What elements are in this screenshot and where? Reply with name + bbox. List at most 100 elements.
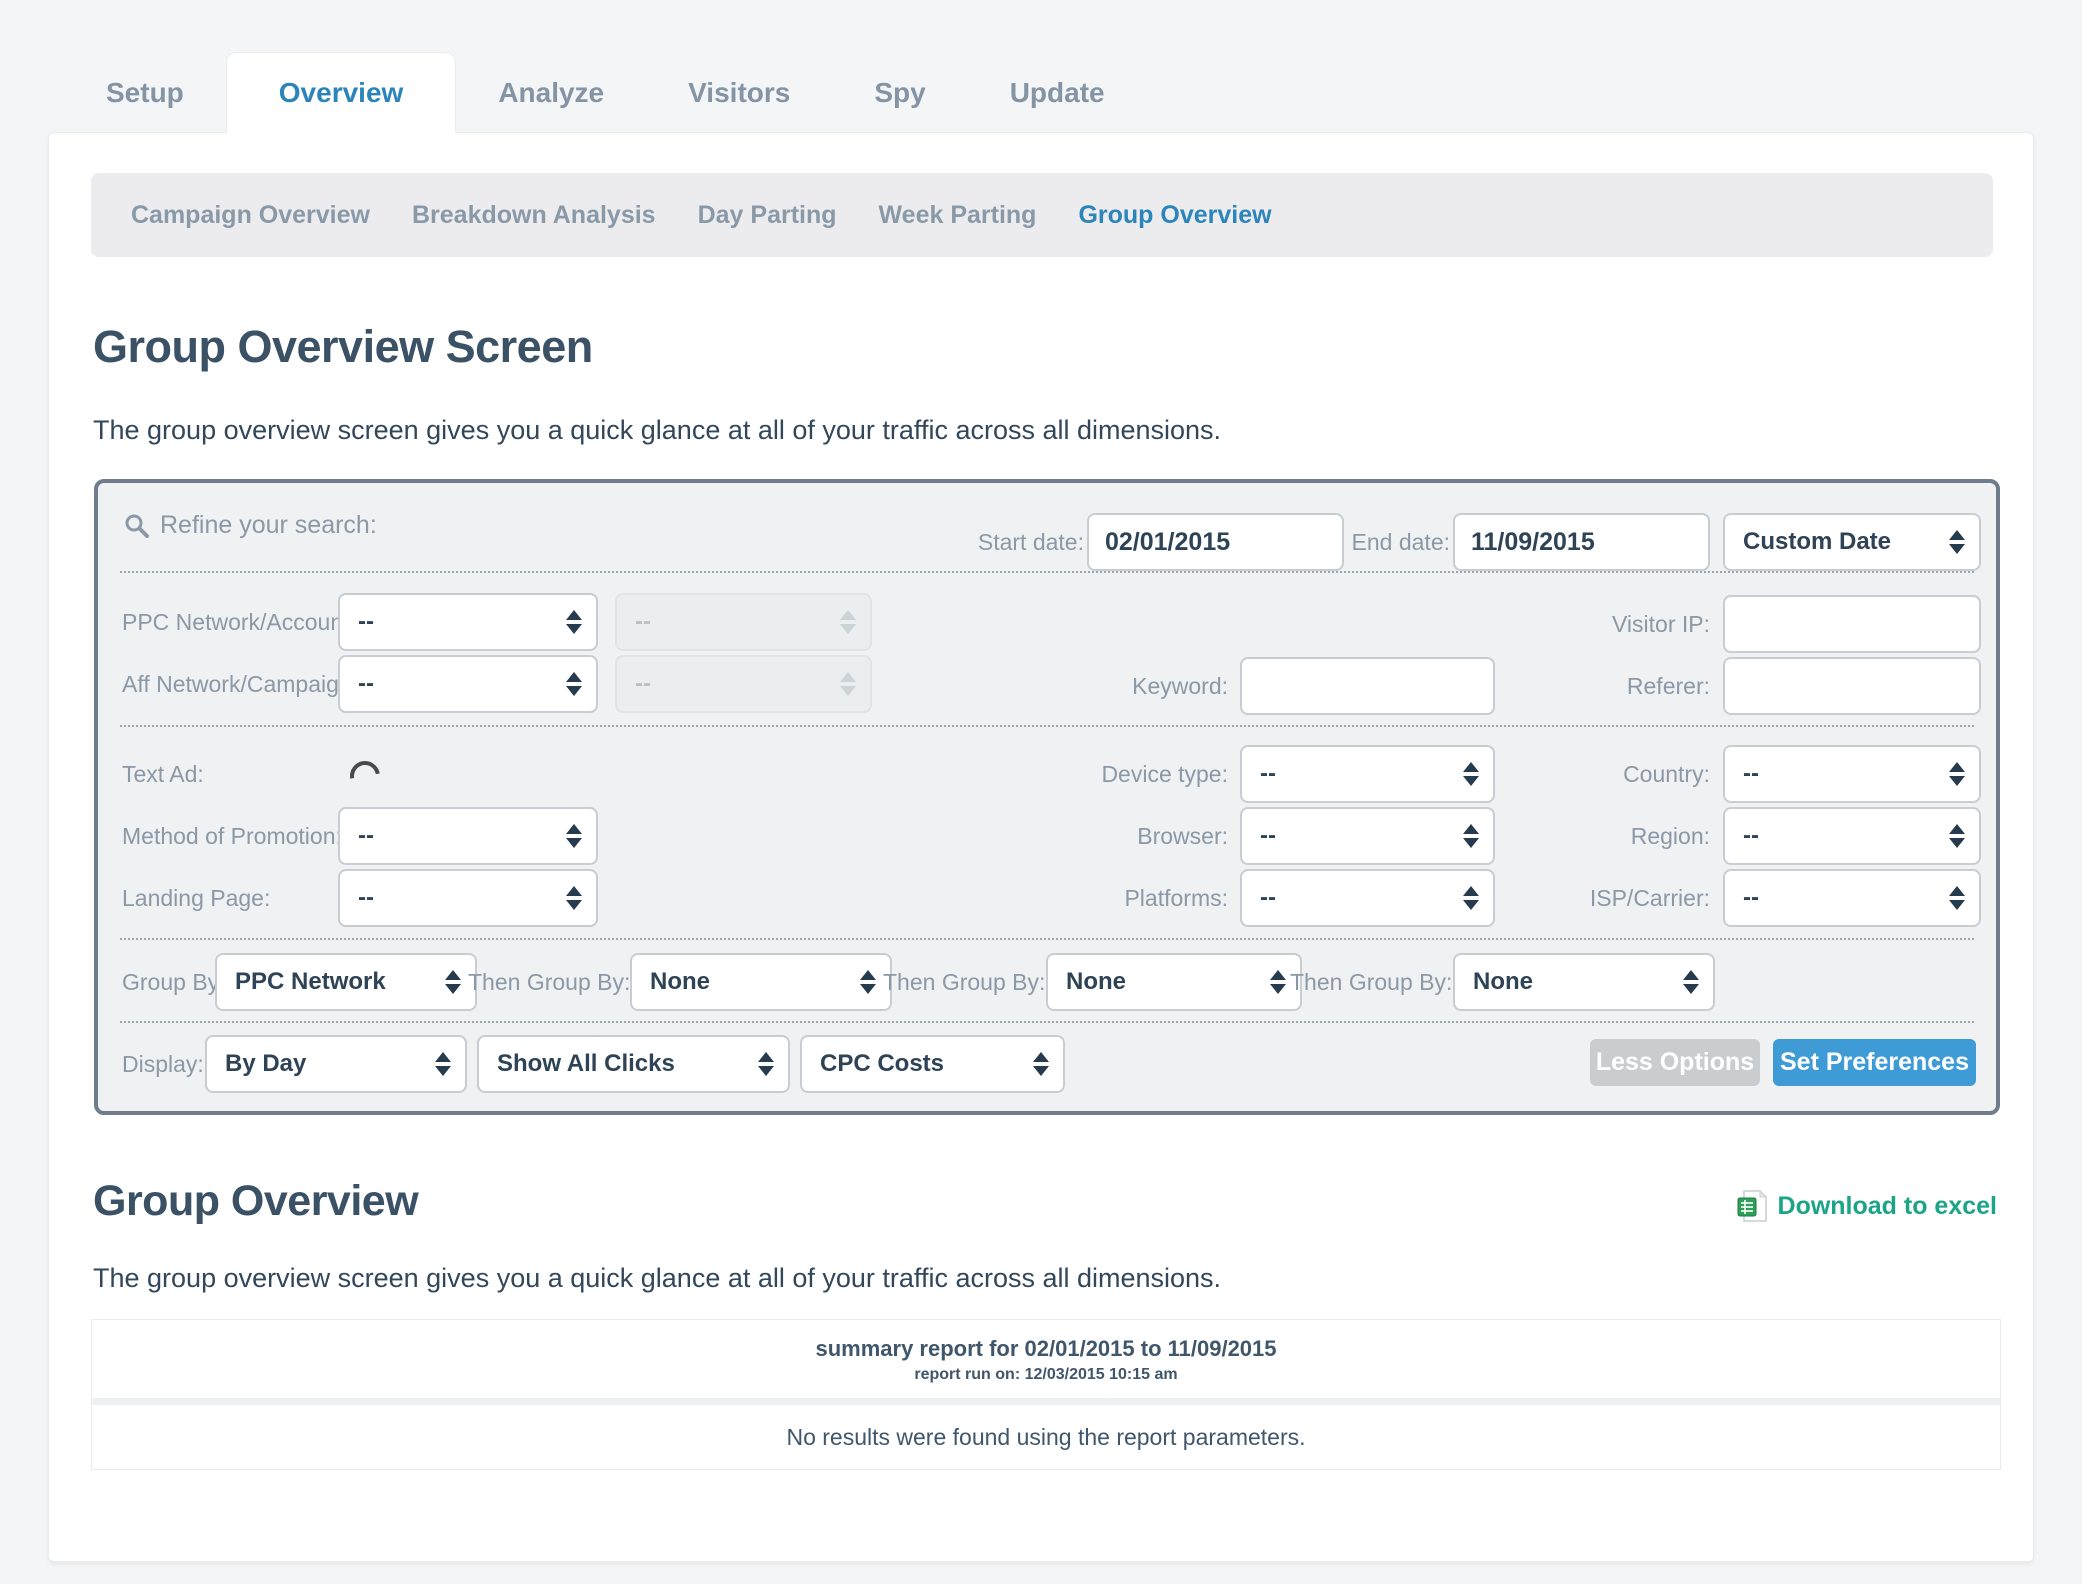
ppc-account-select: -- <box>615 593 872 651</box>
select-arrows-icon <box>566 672 582 696</box>
ppc-network-select[interactable]: -- <box>338 593 598 651</box>
referer-input[interactable] <box>1723 657 1981 715</box>
select-arrows-icon <box>1463 762 1479 786</box>
then-group-by-1-select[interactable]: None <box>630 953 892 1011</box>
loading-spinner-icon <box>344 755 386 797</box>
region-select[interactable]: -- <box>1723 807 1981 865</box>
region-label: Region: <box>1510 807 1710 865</box>
subnav: Campaign Overview Breakdown Analysis Day… <box>91 173 1993 257</box>
isp-carrier-select[interactable]: -- <box>1723 869 1981 927</box>
landing-page-select[interactable]: -- <box>338 869 598 927</box>
select-arrows-icon <box>1949 530 1965 554</box>
display-clicks-select[interactable]: Show All Clicks <box>477 1035 790 1093</box>
group-by-label: Group By: <box>122 953 226 1011</box>
tab-overview[interactable]: Overview <box>226 52 457 133</box>
group-by-select[interactable]: PPC Network <box>215 953 477 1011</box>
aff-campaign-select: -- <box>615 655 872 713</box>
select-arrows-icon <box>840 610 856 634</box>
aff-network-select[interactable]: -- <box>338 655 598 713</box>
select-arrows-icon <box>1463 824 1479 848</box>
subnav-campaign-overview[interactable]: Campaign Overview <box>131 201 370 230</box>
select-arrows-icon <box>445 970 461 994</box>
tab-spy[interactable]: Spy <box>832 77 967 109</box>
subnav-breakdown-analysis[interactable]: Breakdown Analysis <box>412 201 656 230</box>
platforms-select[interactable]: -- <box>1240 869 1495 927</box>
method-of-promotion-label: Method of Promotion: <box>122 807 342 865</box>
aff-network-value: -- <box>358 670 374 698</box>
start-date-input[interactable] <box>1087 513 1344 571</box>
dotted-divider <box>120 571 1974 573</box>
ppc-network-label: PPC Network/Account: <box>122 593 356 651</box>
report-run-on: report run on: 12/03/2015 10:15 am <box>92 1366 2000 1384</box>
display-period-select[interactable]: By Day <box>205 1035 467 1093</box>
ppc-network-value: -- <box>358 608 374 636</box>
tab-visitors[interactable]: Visitors <box>646 77 832 109</box>
search-icon <box>124 513 150 539</box>
then-group-by-2-select[interactable]: None <box>1046 953 1302 1011</box>
region-value: -- <box>1743 822 1759 850</box>
report-results-row: No results were found using the report p… <box>92 1405 2000 1469</box>
display-clicks-value: Show All Clicks <box>497 1050 675 1078</box>
subnav-week-parting[interactable]: Week Parting <box>879 201 1037 230</box>
select-arrows-icon <box>758 1052 774 1076</box>
excel-icon <box>1736 1189 1768 1223</box>
dotted-divider <box>120 938 1974 940</box>
report-summary-row: summary report for 02/01/2015 to 11/09/2… <box>92 1320 2000 1398</box>
platforms-label: Platforms: <box>1028 869 1228 927</box>
then-group-by-3-label: Then Group By: <box>1290 953 1450 1011</box>
device-type-select[interactable]: -- <box>1240 745 1495 803</box>
end-date-input[interactable] <box>1453 513 1710 571</box>
less-options-button[interactable]: Less Options <box>1590 1039 1760 1086</box>
browser-select[interactable]: -- <box>1240 807 1495 865</box>
section-title: Group Overview <box>93 1177 418 1226</box>
method-of-promotion-value: -- <box>358 822 374 850</box>
page-title: Group Overview Screen <box>93 321 593 373</box>
then-group-by-2-value: None <box>1066 968 1126 996</box>
method-of-promotion-select[interactable]: -- <box>338 807 598 865</box>
landing-page-label: Landing Page: <box>122 869 270 927</box>
select-arrows-icon <box>1463 886 1479 910</box>
end-date-label: End date: <box>1328 513 1450 571</box>
then-group-by-1-label: Then Group By: <box>468 953 628 1011</box>
text-ad-label: Text Ad: <box>122 745 204 803</box>
group-by-value: PPC Network <box>235 968 386 996</box>
start-date-label: Start date: <box>938 513 1084 571</box>
keyword-input[interactable] <box>1240 657 1495 715</box>
section-description: The group overview screen gives you a qu… <box>93 1263 1221 1294</box>
download-to-excel-link[interactable]: Download to excel <box>1736 1189 1997 1223</box>
dotted-divider <box>120 725 1974 727</box>
select-arrows-icon <box>566 610 582 634</box>
then-group-by-3-value: None <box>1473 968 1533 996</box>
tab-setup[interactable]: Setup <box>64 77 226 109</box>
download-to-excel-label: Download to excel <box>1778 1192 1997 1221</box>
subnav-group-overview[interactable]: Group Overview <box>1078 201 1271 230</box>
then-group-by-2-label: Then Group By: <box>883 953 1043 1011</box>
browser-value: -- <box>1260 822 1276 850</box>
set-preferences-button[interactable]: Set Preferences <box>1773 1039 1976 1086</box>
keyword-label: Keyword: <box>1028 657 1228 715</box>
refine-search-label: Refine your search: <box>160 511 377 540</box>
tab-analyze[interactable]: Analyze <box>456 77 646 109</box>
date-range-value: Custom Date <box>1743 528 1891 556</box>
date-range-select[interactable]: Custom Date <box>1723 513 1981 571</box>
visitor-ip-input[interactable] <box>1723 595 1981 653</box>
referer-label: Referer: <box>1510 657 1710 715</box>
country-label: Country: <box>1510 745 1710 803</box>
ppc-account-value: -- <box>635 608 651 636</box>
isp-carrier-value: -- <box>1743 884 1759 912</box>
select-arrows-icon <box>1270 970 1286 994</box>
subnav-day-parting[interactable]: Day Parting <box>698 201 837 230</box>
country-select[interactable]: -- <box>1723 745 1981 803</box>
then-group-by-3-select[interactable]: None <box>1453 953 1715 1011</box>
display-costs-select[interactable]: CPC Costs <box>800 1035 1065 1093</box>
display-period-value: By Day <box>225 1050 306 1078</box>
aff-campaign-value: -- <box>635 670 651 698</box>
refine-search-panel: Refine your search: Start date: End date… <box>94 479 2000 1115</box>
tab-update[interactable]: Update <box>968 77 1147 109</box>
select-arrows-icon <box>1949 762 1965 786</box>
select-arrows-icon <box>435 1052 451 1076</box>
page-description: The group overview screen gives you a qu… <box>93 415 1221 446</box>
isp-carrier-label: ISP/Carrier: <box>1510 869 1710 927</box>
country-value: -- <box>1743 760 1759 788</box>
select-arrows-icon <box>1683 970 1699 994</box>
